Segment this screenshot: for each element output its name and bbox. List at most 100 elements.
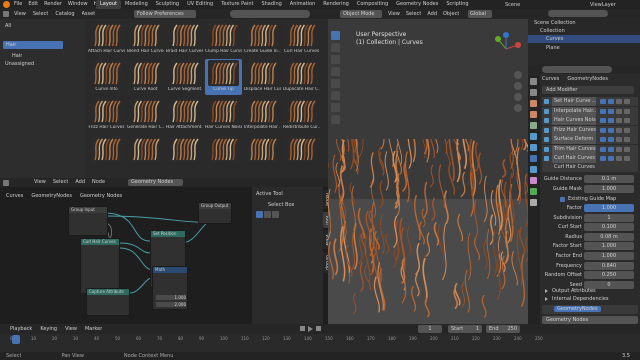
existing-guide-map-checkbox[interactable]: Existing Guide Map	[542, 195, 638, 204]
add-tool-icon[interactable]	[331, 115, 340, 124]
blender-logo-icon[interactable]	[3, 1, 10, 8]
param-value[interactable]: 1.000	[584, 204, 634, 212]
asset-tile[interactable]: Curve Root	[127, 59, 164, 95]
menu-file[interactable]: File	[14, 0, 22, 9]
curl-section-0[interactable]: Output Attributes	[542, 287, 638, 295]
param-value[interactable]: 1	[584, 213, 634, 222]
asset-tile[interactable]	[88, 135, 125, 171]
asset-tile[interactable]: Interpolate Hair ...	[244, 97, 281, 133]
modifier-toggle-icon[interactable]	[600, 118, 606, 123]
menu-view[interactable]: View	[65, 324, 77, 334]
asset-tile[interactable]: Redistribute Cur...	[283, 97, 320, 133]
param-value[interactable]: 1.000	[584, 242, 634, 251]
modifier-toggle-icon[interactable]	[600, 99, 606, 104]
scene-selector[interactable]: Scene	[505, 2, 545, 8]
menu-object[interactable]: Object	[443, 9, 459, 19]
modifier-toggle-icon[interactable]	[616, 118, 622, 123]
select-box-icon[interactable]	[256, 211, 263, 218]
modifier-toggle-icon[interactable]	[616, 156, 622, 161]
end-frame-field[interactable]: End 250	[486, 325, 520, 333]
tab-compositing[interactable]: Compositing	[353, 0, 392, 9]
capture-node[interactable]: Capture Attribute	[86, 288, 130, 316]
gn-panel-title[interactable]: GeometryNodes	[542, 305, 638, 314]
group-output-node[interactable]: Group Output	[198, 202, 232, 224]
asset-tile[interactable]	[283, 135, 320, 171]
param-value[interactable]: 1.000	[584, 251, 634, 260]
tab-sculpting[interactable]: Sculpting	[152, 0, 183, 9]
library-dropdown[interactable]: Follow Preferences	[134, 10, 196, 18]
tab-layout[interactable]: Layout	[96, 0, 121, 9]
modifier-toggle-icon[interactable]	[624, 118, 630, 123]
constraints-icon[interactable]	[530, 188, 537, 195]
tab-shading[interactable]: Shading	[257, 0, 285, 9]
mode-dropdown[interactable]: Object Mode	[340, 10, 382, 18]
menu-edit[interactable]: Edit	[28, 0, 38, 9]
physics-icon[interactable]	[530, 177, 537, 184]
catalog-hair-child[interactable]: Hair	[12, 53, 22, 59]
asset-tile[interactable]: Create Guide In...	[244, 21, 281, 57]
modifier-row[interactable]: Frizz Hair Curves	[542, 125, 638, 135]
modifier-name[interactable]: Surface Deform	[552, 135, 596, 144]
render-icon[interactable]	[530, 89, 537, 96]
particles-icon[interactable]	[530, 166, 537, 173]
tool-icon[interactable]	[530, 78, 537, 85]
measure-tool-icon[interactable]	[331, 103, 340, 112]
modifier-toggle-icon[interactable]	[616, 127, 622, 133]
modifier-toggle-icon[interactable]	[608, 127, 614, 133]
param-value[interactable]: 0.250	[584, 271, 634, 280]
math-node[interactable]: Math 1.000 2.000	[152, 266, 188, 310]
menu-add[interactable]: Add	[427, 9, 437, 19]
data-icon[interactable]	[530, 199, 537, 206]
modifier-toggle-icon[interactable]	[624, 137, 630, 142]
search-field[interactable]	[230, 10, 310, 18]
outliner-scene-collection[interactable]: Scene Collection	[534, 20, 576, 26]
modifier-toggle-icon[interactable]	[624, 146, 630, 152]
menu-select[interactable]: Select	[33, 9, 48, 19]
param-value[interactable]: 0.840	[584, 261, 634, 270]
output-icon[interactable]	[530, 100, 537, 107]
asset-tile[interactable]	[127, 135, 164, 171]
menu-playback[interactable]: Playback	[10, 324, 32, 334]
modifier-toggle-icon[interactable]	[616, 108, 622, 114]
object-icon[interactable]	[530, 144, 537, 151]
tab-animation[interactable]: Animation	[286, 0, 320, 9]
tab-modeling[interactable]: Modeling	[121, 0, 152, 9]
asset-tile[interactable]: Curve Segment	[166, 59, 203, 95]
modifier-name[interactable]: Trim Hair Curves	[552, 144, 596, 154]
modifier-toggle-icon[interactable]	[600, 137, 606, 142]
world-icon[interactable]	[530, 133, 537, 140]
menu-keying[interactable]: Keying	[40, 324, 57, 334]
cursor-tool-icon[interactable]	[331, 43, 340, 52]
camera-icon[interactable]	[514, 93, 522, 101]
tab-rendering[interactable]: Rendering	[319, 0, 353, 9]
node-group-dropdown[interactable]: Geometry Nodes	[542, 316, 638, 324]
outliner-search[interactable]	[548, 10, 608, 17]
group-input-node[interactable]: Group Input	[68, 206, 108, 236]
modifier-name[interactable]: Curl Hair Curves	[552, 154, 596, 163]
select-tool-icon[interactable]	[331, 31, 340, 40]
field-value[interactable]: 0.1 m	[584, 175, 634, 183]
modifier-toggle-icon[interactable]	[608, 118, 614, 123]
menu-render[interactable]: Render	[44, 0, 62, 9]
checkbox-icon[interactable]	[560, 197, 565, 202]
modifier-toggle-icon[interactable]	[608, 99, 614, 104]
modifier-toggle-icon[interactable]	[624, 156, 630, 161]
jump-end-icon[interactable]	[316, 326, 321, 331]
modifier-toggle-icon[interactable]	[608, 156, 614, 161]
curl-section-1[interactable]: Internal Dependencies	[542, 295, 638, 303]
asset-tile[interactable]	[205, 135, 242, 171]
param-value[interactable]: 0.100	[584, 223, 634, 232]
add-modifier-button[interactable]: Add Modifier	[542, 86, 634, 94]
properties-search[interactable]	[542, 66, 612, 73]
menu-select[interactable]: Select	[406, 9, 421, 19]
asset-tile[interactable]: Clump Hair Curves	[205, 21, 242, 57]
modifier-toggle-icon[interactable]	[608, 146, 614, 152]
modifier-name[interactable]: Frizz Hair Curves	[552, 125, 596, 135]
asset-tile[interactable]	[244, 135, 281, 171]
modifier-name[interactable]: Hair Curves Noise	[552, 116, 596, 125]
move-tool-icon[interactable]	[331, 55, 340, 64]
modifier-toggle-icon[interactable]	[616, 99, 622, 104]
outliner-plane[interactable]: Plane	[546, 45, 560, 51]
modifier-row[interactable]: Trim Hair Curves	[542, 144, 638, 154]
menu-catalog[interactable]: Catalog	[55, 9, 74, 19]
